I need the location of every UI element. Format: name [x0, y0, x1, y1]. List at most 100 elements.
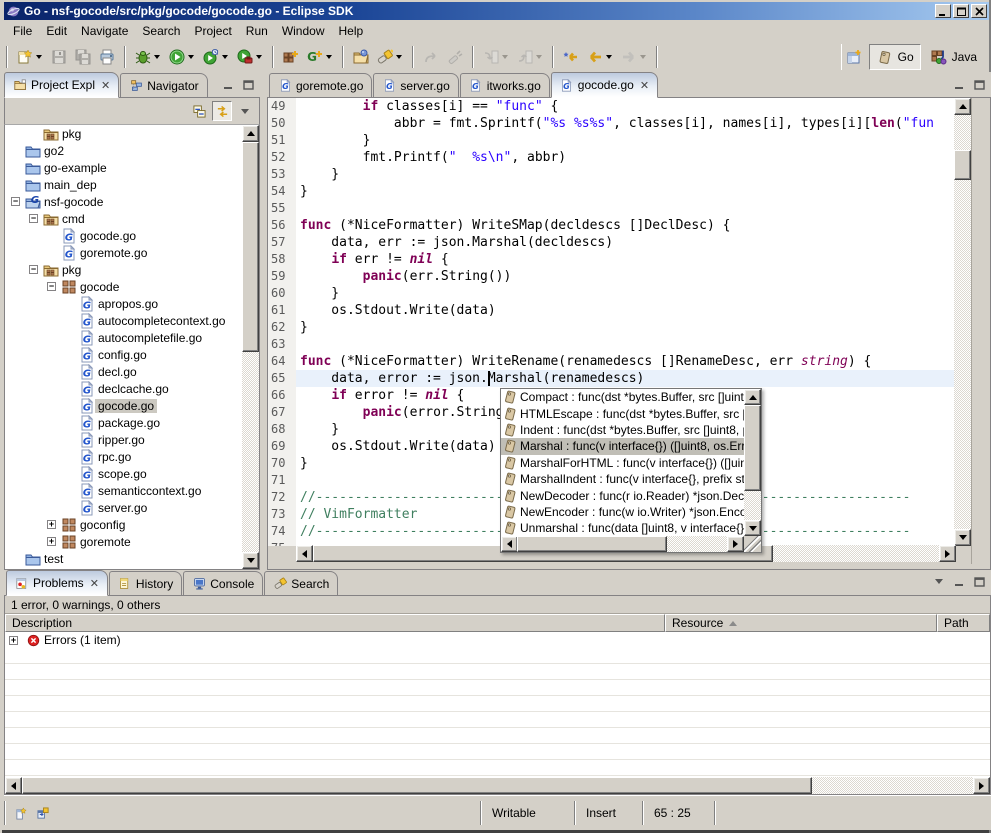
tab-gocode-go-editor[interactable]: Ggocode.go✕: [551, 72, 658, 98]
assist-item-marshalindent[interactable]: MarshalIndent : func(v interface{}, pref…: [501, 471, 744, 487]
editor-scroll-thumb[interactable]: [954, 150, 971, 180]
code-line-53[interactable]: 53 }: [268, 166, 956, 183]
assist-item-newdecoder[interactable]: NewDecoder : func(r io.Reader) *json.Dec…: [501, 487, 744, 503]
assist-scroll-left[interactable]: [501, 536, 518, 552]
tree-item-semanticcontext-go[interactable]: Gsemanticcontext.go: [5, 482, 242, 499]
close-button[interactable]: [971, 4, 987, 18]
code-line-49[interactable]: 49 if classes[i] == "func" {: [268, 98, 956, 115]
tree-collapse-toggle[interactable]: −: [11, 197, 20, 206]
tree-item-cmd[interactable]: −cmd: [5, 210, 242, 227]
column-header-description[interactable]: Description: [5, 614, 665, 632]
view-minimize-button[interactable]: [951, 77, 967, 92]
code-line-52[interactable]: 52 fmt.Printf(" %s\n", abbr): [268, 149, 956, 166]
menu-navigate[interactable]: Navigate: [74, 21, 135, 41]
tree-item-scope-go[interactable]: Gscope.go: [5, 465, 242, 482]
fast-view-icon[interactable]: [14, 806, 28, 820]
save-all-button[interactable]: [71, 45, 95, 69]
problems-scroll-left[interactable]: [5, 777, 22, 794]
tree-scroll-thumb[interactable]: [242, 142, 259, 352]
tab-search-view[interactable]: Search: [264, 571, 338, 595]
row-expand-toggle[interactable]: +: [9, 636, 18, 645]
view-minimize-button[interactable]: [220, 77, 236, 92]
tree-item-rpc-go[interactable]: Grpc.go: [5, 448, 242, 465]
new-wizard-button[interactable]: [13, 45, 47, 69]
tree-expand-toggle[interactable]: +: [47, 537, 56, 546]
assist-scroll-up[interactable]: [744, 389, 761, 405]
search-toolbar-button[interactable]: [373, 45, 407, 69]
explorer-editor-sash[interactable]: [260, 72, 267, 570]
last-edit-button[interactable]: [419, 45, 443, 69]
perspective-go-button[interactable]: Go: [869, 44, 921, 70]
problems-horizontal-scrollbar[interactable]: [5, 777, 990, 794]
perspective-java-button[interactable]: JJava: [924, 45, 983, 69]
menu-run[interactable]: Run: [239, 21, 275, 41]
problems-row-errors[interactable]: +Errors (1 item): [5, 632, 990, 648]
problems-maximize[interactable]: [971, 574, 987, 589]
run-button[interactable]: [165, 45, 199, 69]
tree-item-main-dep[interactable]: main_dep: [5, 176, 242, 193]
code-line-50[interactable]: 50 abbr = fmt.Sprintf("%s %s%s", classes…: [268, 115, 956, 132]
tree-item-declcache-go[interactable]: Gdeclcache.go: [5, 380, 242, 397]
menu-project[interactable]: Project: [187, 21, 238, 41]
tree-collapse-toggle[interactable]: −: [29, 214, 38, 223]
tree-expand-toggle[interactable]: +: [47, 520, 56, 529]
tree-vertical-scrollbar[interactable]: [242, 125, 259, 569]
tree-item-test[interactable]: test: [5, 550, 242, 567]
tab-server-go-editor[interactable]: Gserver.go: [373, 73, 458, 97]
tab-history-view[interactable]: History: [109, 571, 182, 595]
assist-item-htmlescape[interactable]: HTMLEscape : func(dst *bytes.Buffer, src…: [501, 405, 744, 421]
previous-annotation-button[interactable]: [513, 45, 547, 69]
editor-scroll-right[interactable]: [939, 545, 956, 562]
problems-minimize[interactable]: [951, 574, 967, 589]
assist-item-newencoder[interactable]: NewEncoder : func(w io.Writer) *json.Enc…: [501, 504, 744, 520]
tree-item-gocode[interactable]: −gocode: [5, 278, 242, 295]
open-resource-button[interactable]: [349, 45, 373, 69]
tab-console-view[interactable]: Console: [183, 571, 263, 595]
debug-button[interactable]: [131, 45, 165, 69]
tree-item-apropos-go[interactable]: Gapropos.go: [5, 295, 242, 312]
tree-item-package-go[interactable]: Gpackage.go: [5, 414, 242, 431]
print-button[interactable]: [95, 45, 119, 69]
tree-item-decl-go[interactable]: Gdecl.go: [5, 363, 242, 380]
assist-vertical-scrollbar[interactable]: [744, 389, 761, 536]
editor-scroll-down[interactable]: [954, 529, 971, 546]
tree-item-go2[interactable]: go2: [5, 142, 242, 159]
tree-scroll-down[interactable]: [242, 552, 259, 569]
tree-item-pkg[interactable]: pkg: [5, 125, 242, 142]
menu-search[interactable]: Search: [135, 21, 187, 41]
tree-item-goremote[interactable]: +goremote: [5, 533, 242, 550]
tree-item-autocompletefile-go[interactable]: Gautocompletefile.go: [5, 329, 242, 346]
view-menu-button[interactable]: [235, 101, 255, 121]
tab-close-icon[interactable]: ✕: [90, 577, 99, 590]
view-maximize-button[interactable]: [971, 77, 987, 92]
column-header-path[interactable]: Path: [937, 614, 990, 632]
assist-horizontal-scrollbar[interactable]: [501, 536, 744, 552]
editor-vertical-scrollbar[interactable]: [954, 98, 971, 546]
tree-item-ripper-go[interactable]: Gripper.go: [5, 431, 242, 448]
tree-scroll-up[interactable]: [242, 125, 259, 142]
tab-close-icon[interactable]: ✕: [640, 79, 649, 92]
assist-item-marshalforhtml[interactable]: MarshalForHTML : func(v interface{}) ([]…: [501, 455, 744, 471]
tree-collapse-toggle[interactable]: −: [47, 282, 56, 291]
assist-resize-grip[interactable]: [744, 536, 761, 552]
tab-goremote-go-editor[interactable]: Ggoremote.go: [269, 73, 372, 97]
problems-scroll-right[interactable]: [973, 777, 990, 794]
tree-item-server-go[interactable]: Gserver.go: [5, 499, 242, 516]
editor-scroll-up[interactable]: [954, 98, 971, 115]
menu-edit[interactable]: Edit: [39, 21, 74, 41]
tab-project-expl[interactable]: Project Expl✕: [4, 72, 119, 98]
view-maximize-button[interactable]: [240, 77, 256, 92]
tab-close-icon[interactable]: ✕: [101, 79, 110, 92]
tree-item-goremote-go[interactable]: Ggoremote.go: [5, 244, 242, 261]
assist-item-unmarshal[interactable]: Unmarshal : func(data []uint8, v interfa…: [501, 520, 744, 536]
new-go-element-button[interactable]: G: [303, 45, 337, 69]
assist-item-indent[interactable]: Indent : func(dst *bytes.Buffer, src []u…: [501, 422, 744, 438]
column-header-resource[interactable]: Resource: [665, 614, 937, 632]
tab-navigator[interactable]: Navigator: [120, 73, 207, 97]
assist-item-compact[interactable]: Compact : func(dst *bytes.Buffer, src []…: [501, 389, 744, 405]
build-status-icon[interactable]: [36, 806, 50, 820]
minimize-button[interactable]: [935, 4, 951, 18]
code-line-55[interactable]: 55: [268, 200, 956, 217]
code-line-58[interactable]: 58 if err != nil {: [268, 251, 956, 268]
assist-scroll-right[interactable]: [727, 536, 744, 552]
